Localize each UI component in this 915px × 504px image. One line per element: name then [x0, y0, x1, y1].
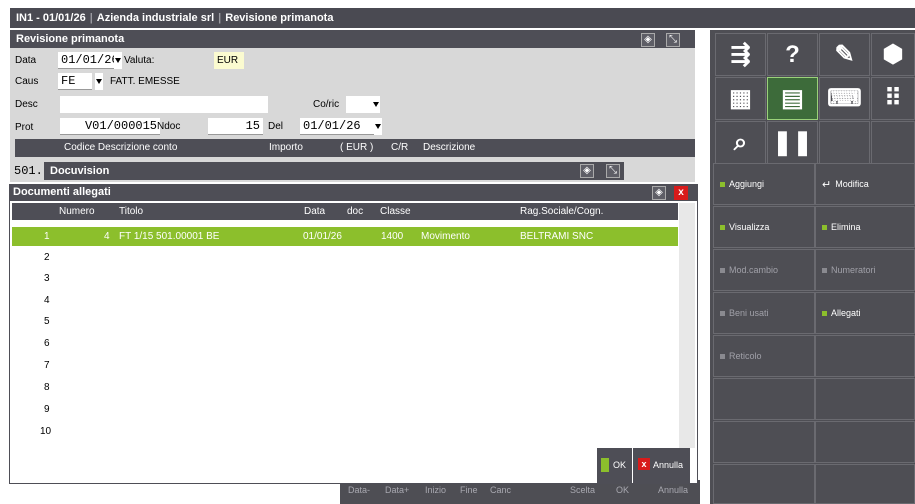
empty-function-4 [713, 421, 815, 463]
ok-button[interactable]: OK [597, 448, 632, 483]
dialog-title: Documenti allegati [9, 184, 698, 201]
docuvision-number: 501. [14, 164, 43, 178]
col-titolo: Titolo [119, 206, 144, 217]
box-icon[interactable]: ⬢ [871, 33, 915, 76]
attachment-row[interactable]: 4 [12, 291, 678, 310]
numeratori-button[interactable]: Numeratori [815, 249, 915, 291]
prot-field[interactable]: V01/000015 [60, 118, 160, 135]
keyboard-icon[interactable]: ⌨ [819, 77, 870, 120]
empty-tool-1 [819, 121, 870, 164]
window-titlebar: IN1 - 01/01/26 | Azienda industriale srl… [10, 8, 915, 28]
docu-maximize-icon[interactable]: ◈ [580, 164, 594, 178]
del-field[interactable]: 01/01/26 [300, 118, 374, 135]
caus-description: FATT. EMESSE [110, 76, 180, 87]
empty-function-2 [713, 378, 815, 420]
hotkey-scelta[interactable]: Scelta [570, 485, 595, 495]
caus-label: Caus [15, 76, 39, 87]
prot-label: Prot [15, 122, 34, 133]
empty-function-7 [815, 464, 915, 504]
reticolo-button[interactable]: Reticolo [713, 335, 815, 377]
modifica-button[interactable]: ↵ Modifica [815, 163, 915, 205]
title-screen: Revisione primanota [225, 12, 334, 24]
elimina-button[interactable]: Elimina [815, 206, 915, 248]
coric-label: Co/ric [313, 99, 340, 110]
col-doc: doc [347, 206, 364, 217]
col-numero: Numero [59, 206, 95, 217]
empty-function-5 [815, 421, 915, 463]
title-company: Azienda industriale srl [96, 12, 215, 24]
col-classe: Classe [380, 206, 411, 217]
col-data: Data [304, 206, 326, 217]
data-field[interactable]: 01/01/26 [58, 52, 119, 69]
hotkey-fine[interactable]: Fine [460, 485, 478, 495]
attachment-row[interactable]: 8 [12, 378, 678, 397]
valuta-label: Valuta: [124, 55, 155, 66]
panel-title: Revisione primanota [10, 30, 695, 48]
del-label: Del [268, 121, 284, 132]
col-descrizione: Descrizione [423, 142, 476, 153]
navigate-icon[interactable]: ⇶ [715, 33, 766, 76]
hotkey-ok[interactable]: OK [616, 485, 629, 495]
modcambio-button[interactable]: Mod.cambio [713, 249, 815, 291]
ok-icon [601, 458, 609, 472]
empty-function-3 [815, 378, 915, 420]
pause-icon[interactable]: ❚❚ [767, 121, 818, 164]
attachment-row[interactable]: 6 [12, 334, 678, 353]
hotkey-inizio[interactable]: Inizio [425, 485, 446, 495]
annulla-button[interactable]: x Annulla [633, 448, 690, 483]
attachments-column-header: Numero Titolo Data doc Classe Rag.Social… [12, 203, 678, 220]
col-cr: C/R [391, 142, 409, 153]
valuta-field[interactable]: EUR [214, 52, 244, 69]
calculator-icon[interactable]: ▦ [715, 77, 766, 120]
search-document-icon[interactable]: ⌕ [715, 121, 766, 164]
coric-dropdown-icon[interactable] [372, 96, 380, 113]
empty-tool-2 [871, 121, 915, 164]
col-codice: Codice Descrizione conto [64, 142, 178, 153]
docuvision-title: Docuvision [44, 162, 624, 180]
document-icon[interactable]: ▤ [767, 77, 818, 120]
hotkey-annulla[interactable]: Annulla [658, 485, 688, 495]
beni-usati-button[interactable]: Beni usati [713, 292, 815, 334]
dialog-close-icon[interactable]: x [674, 186, 688, 200]
hotkey-canc[interactable]: Canc [490, 485, 511, 495]
aggiungi-button[interactable]: Aggiungi [713, 163, 815, 205]
col-eur: ( EUR ) [340, 142, 374, 153]
attachment-row[interactable]: 10 [12, 422, 678, 441]
edit-icon[interactable]: ✎ [819, 33, 870, 76]
coric-field[interactable] [346, 96, 372, 113]
maximize-icon[interactable]: ◈ [641, 33, 655, 47]
allegati-button[interactable]: Allegati [815, 292, 915, 334]
entries-grid-header: Codice Descrizione conto Importo ( EUR )… [15, 139, 695, 157]
attachment-row[interactable]: 2 [12, 248, 678, 267]
attachment-row[interactable]: 3 [12, 269, 678, 288]
del-dropdown-icon[interactable] [374, 118, 382, 135]
annulla-icon: x [638, 458, 650, 470]
empty-function-1 [815, 335, 915, 377]
attachment-row[interactable]: 9 [12, 400, 678, 419]
docu-restore-icon[interactable]: ⤡ [606, 164, 620, 178]
caus-dropdown-icon[interactable] [95, 73, 103, 90]
hotkey-data-plus[interactable]: Data+ [385, 485, 409, 495]
attachment-row[interactable]: 7 [12, 356, 678, 375]
desc-field[interactable] [60, 96, 268, 113]
empty-function-6 [713, 464, 815, 504]
visualizza-button[interactable]: Visualizza [713, 206, 815, 248]
ndoc-label: Ndoc [157, 121, 181, 132]
title-code: IN1 - 01/01/26 [16, 12, 86, 24]
hotkey-data-minus[interactable]: Data- [348, 485, 370, 495]
attachment-row[interactable]: 1 4 FT 1/15 501.00001 BE 01/01/26 1400 M… [12, 227, 678, 246]
ndoc-field[interactable]: 15 [208, 118, 263, 135]
data-label: Data [15, 55, 37, 66]
dialog-maximize-icon[interactable]: ◈ [652, 186, 666, 200]
help-icon[interactable]: ? [767, 33, 818, 76]
vertical-scrollbar[interactable] [679, 203, 695, 448]
col-rag-sociale: Rag.Sociale/Cogn. [520, 206, 604, 217]
attachment-row[interactable]: 5 [12, 312, 678, 331]
col-importo: Importo [269, 142, 303, 153]
data-dropdown-icon[interactable] [114, 52, 122, 69]
desc-label: Desc [15, 99, 38, 110]
caus-field[interactable]: FE [58, 73, 92, 90]
grid-icon[interactable]: ⠿ [871, 77, 915, 120]
restore-icon[interactable]: ⤡ [666, 33, 680, 47]
